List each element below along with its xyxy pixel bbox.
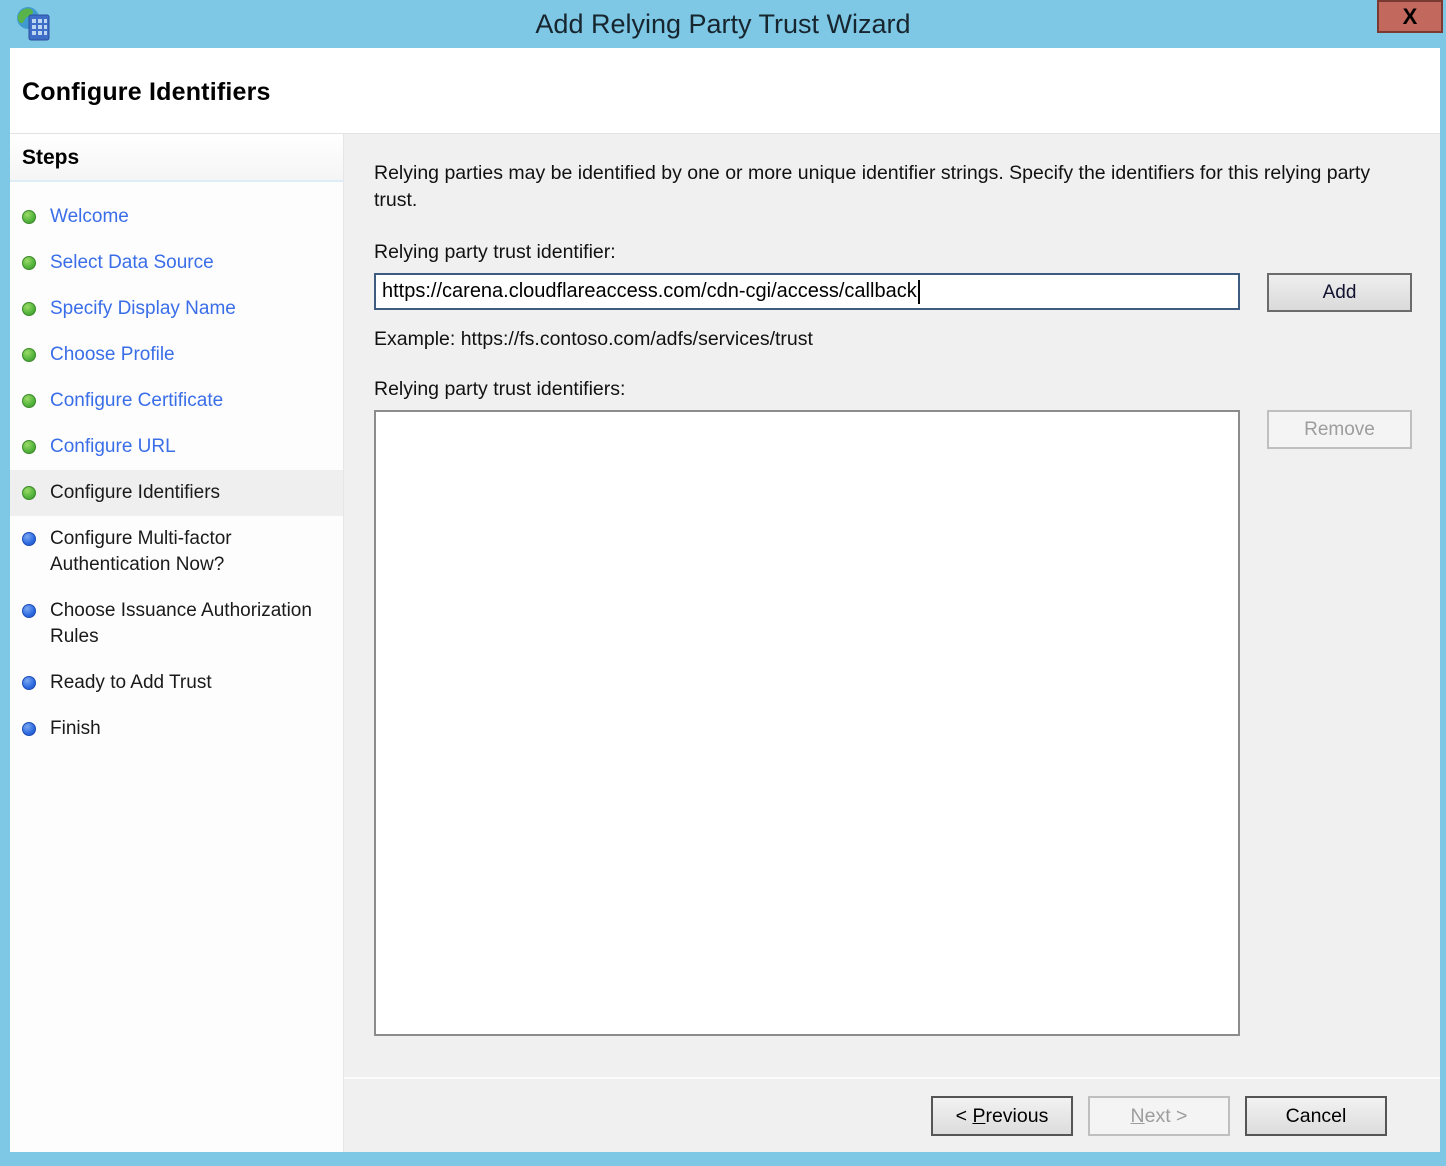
- step-label: Select Data Source: [50, 250, 214, 276]
- sidebar-step-choose-issuance-authorization-rules: Choose Issuance Authorization Rules: [10, 588, 343, 660]
- titlebar: Add Relying Party Trust Wizard X: [0, 0, 1446, 48]
- previous-button[interactable]: < Previous: [931, 1096, 1073, 1136]
- identifiers-listbox[interactable]: [374, 410, 1240, 1036]
- step-status-icon: [22, 210, 36, 224]
- close-button[interactable]: X: [1377, 0, 1443, 33]
- wizard-window: Add Relying Party Trust Wizard X Configu…: [0, 0, 1446, 1166]
- step-status-icon: [22, 256, 36, 270]
- sidebar-step-configure-identifiers: Configure Identifiers: [10, 470, 343, 516]
- steps-list: Welcome Select Data Source Specify Display…: [10, 182, 343, 752]
- next-button[interactable]: Next >: [1088, 1096, 1230, 1136]
- identifier-input-value: https://carena.cloudflareaccess.com/cdn-…: [382, 280, 917, 303]
- sidebar-step-specify-display-name: Specify Display Name: [10, 286, 343, 332]
- step-status-icon: [22, 676, 36, 690]
- step-status-icon: [22, 348, 36, 362]
- sidebar-step-ready-to-add-trust: Ready to Add Trust: [10, 660, 343, 706]
- sidebar-step-finish: Finish: [10, 706, 343, 752]
- step-label: Ready to Add Trust: [50, 670, 212, 696]
- identifiers-list-label: Relying party trust identifiers:: [374, 378, 1412, 401]
- step-description: Relying parties may be identified by one…: [374, 160, 1412, 214]
- sidebar-step-choose-profile: Choose Profile: [10, 332, 343, 378]
- remove-button[interactable]: Remove: [1267, 410, 1412, 449]
- identifier-label: Relying party trust identifier:: [374, 241, 1412, 264]
- step-status-icon: [22, 394, 36, 408]
- step-label: Welcome: [50, 204, 129, 230]
- dialog-body: Configure Identifiers Steps Welcome Selec…: [10, 48, 1440, 1152]
- main-panel: Relying parties may be identified by one…: [344, 134, 1440, 1077]
- identifier-input[interactable]: https://carena.cloudflareaccess.com/cdn-…: [374, 273, 1240, 310]
- step-status-icon: [22, 604, 36, 618]
- step-label: Configure URL: [50, 434, 176, 460]
- example-text: Example: https://fs.contoso.com/adfs/ser…: [374, 328, 1412, 351]
- step-label: Configure Identifiers: [50, 480, 220, 506]
- steps-sidebar: Steps Welcome Select Data Source Specify D…: [10, 134, 344, 1152]
- page-header: Configure Identifiers: [10, 48, 1440, 134]
- cancel-button[interactable]: Cancel: [1245, 1096, 1387, 1136]
- step-label: Choose Profile: [50, 342, 175, 368]
- steps-header: Steps: [10, 134, 343, 182]
- step-label: Configure Certificate: [50, 388, 223, 414]
- text-caret: [918, 280, 920, 304]
- step-label: Choose Issuance Authorization Rules: [50, 598, 335, 650]
- sidebar-step-configure-multi-factor-authentication-now: Configure Multi-factor Authentication No…: [10, 516, 343, 588]
- step-label: Configure Multi-factor Authentication No…: [50, 526, 335, 578]
- step-status-icon: [22, 486, 36, 500]
- footer-bar: < Previous Next > Cancel: [344, 1077, 1440, 1152]
- step-status-icon: [22, 722, 36, 736]
- step-label: Finish: [50, 716, 101, 742]
- sidebar-step-configure-url: Configure URL: [10, 424, 343, 470]
- window-title: Add Relying Party Trust Wizard: [0, 9, 1446, 40]
- step-status-icon: [22, 532, 36, 546]
- step-label: Specify Display Name: [50, 296, 236, 322]
- sidebar-step-select-data-source: Select Data Source: [10, 240, 343, 286]
- sidebar-step-configure-certificate: Configure Certificate: [10, 378, 343, 424]
- sidebar-step-welcome: Welcome: [10, 194, 343, 240]
- step-status-icon: [22, 302, 36, 316]
- add-button[interactable]: Add: [1267, 273, 1412, 312]
- page-title: Configure Identifiers: [22, 78, 1440, 107]
- step-status-icon: [22, 440, 36, 454]
